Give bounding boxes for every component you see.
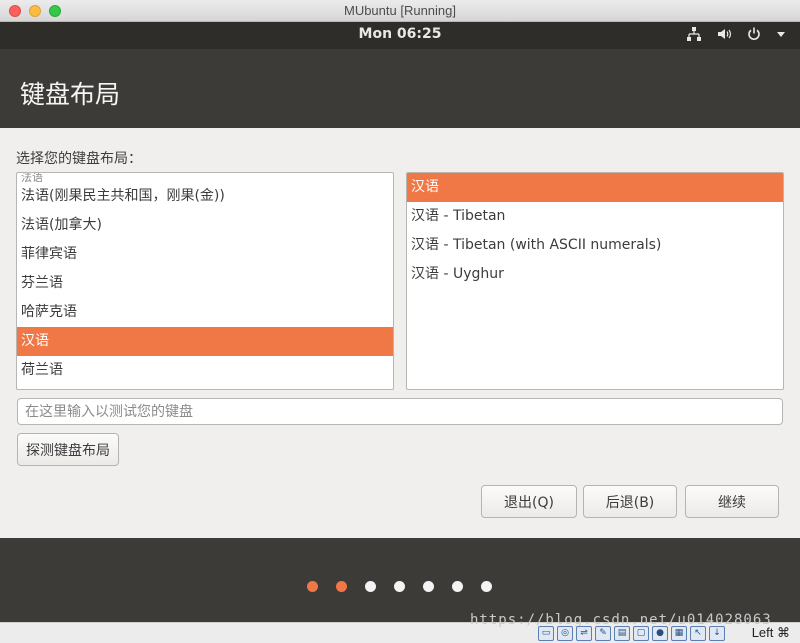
list-item[interactable]: 法语(加拿大)	[17, 211, 393, 240]
step-dot-completed	[307, 581, 318, 592]
ubuntu-top-panel: Mon 06:25	[0, 22, 800, 49]
virtualbox-statusbar: https://blog.csdn.net/u014028063 ▭ ◎ ⇌ ✎ ▤ ▢ ●…	[0, 612, 800, 643]
folder-icon[interactable]: ▤	[614, 626, 630, 641]
vm-device-icons: ▭ ◎ ⇌ ✎ ▤ ▢ ● ▦ ↖ ↓	[538, 626, 725, 641]
panel-indicators	[686, 26, 786, 47]
list-item[interactable]: 芬兰语	[17, 269, 393, 298]
menu-arrow-icon[interactable]	[776, 26, 786, 47]
step-dot	[365, 581, 376, 592]
detect-layout-button[interactable]: 探测键盘布局	[17, 433, 119, 466]
keyboard-layout-list[interactable]: 法语 法语(刚果民主共和国，刚果(金)) 法语(加拿大) 菲律宾语 芬兰语 哈萨…	[16, 172, 394, 390]
continue-button[interactable]: 继续	[685, 485, 779, 518]
display-icon[interactable]: ▢	[633, 626, 649, 641]
power-icon[interactable]	[746, 26, 762, 47]
installer-content: 选择您的键盘布局： 法语 法语(刚果民主共和国，刚果(金)) 法语(加拿大) 菲…	[0, 128, 800, 538]
list-item[interactable]: 菲律宾语	[17, 240, 393, 269]
list-item-selected[interactable]: 汉语	[17, 327, 393, 356]
list-item[interactable]: 汉语 - Uyghur	[407, 260, 783, 289]
window-titlebar: MUbuntu [Running]	[0, 0, 800, 22]
installer-header: 键盘布局	[0, 49, 800, 128]
panel-clock[interactable]: Mon 06:25	[0, 26, 800, 42]
keyboard-test-input[interactable]	[17, 398, 783, 425]
optical-drive-icon[interactable]: ◎	[557, 626, 573, 641]
list-item[interactable]: 哈萨克语	[17, 298, 393, 327]
keyboard-variant-list[interactable]: 汉语 汉语 - Tibetan 汉语 - Tibetan (with ASCII…	[406, 172, 784, 390]
list-item[interactable]: 汉语 - Tibetan (with ASCII numerals)	[407, 231, 783, 260]
step-dot	[481, 581, 492, 592]
step-progress	[307, 581, 492, 592]
network-icon[interactable]	[686, 26, 702, 47]
layout-prompt-label: 选择您的键盘布局：	[16, 151, 142, 167]
step-dot-completed	[336, 581, 347, 592]
list-item-selected[interactable]: 汉语	[407, 173, 783, 202]
volume-icon[interactable]	[716, 26, 732, 47]
host-key-label: Left ⌘	[751, 625, 790, 640]
installer-footer	[0, 538, 800, 622]
mouse-integration-icon[interactable]: ↖	[690, 626, 706, 641]
pencil-icon[interactable]: ✎	[595, 626, 611, 641]
download-icon[interactable]: ↓	[709, 626, 725, 641]
cpu-icon[interactable]: ▦	[671, 626, 687, 641]
back-button[interactable]: 后退(B)	[583, 485, 677, 518]
list-item[interactable]: 荷兰语	[17, 356, 393, 385]
step-dot	[452, 581, 463, 592]
page-title: 键盘布局	[20, 80, 121, 109]
hard-disk-icon[interactable]: ▭	[538, 626, 554, 641]
step-dot	[423, 581, 434, 592]
list-item[interactable]: 法语(刚果民主共和国，刚果(金))	[17, 182, 393, 211]
usb-icon[interactable]: ⇌	[576, 626, 592, 641]
list-item[interactable]: 汉语 - Tibetan	[407, 202, 783, 231]
list-item[interactable]: 法语	[17, 173, 393, 182]
quit-button[interactable]: 退出(Q)	[481, 485, 577, 518]
recording-icon[interactable]: ●	[652, 626, 668, 641]
window-title: MUbuntu [Running]	[343, 3, 456, 18]
step-dot	[394, 581, 405, 592]
